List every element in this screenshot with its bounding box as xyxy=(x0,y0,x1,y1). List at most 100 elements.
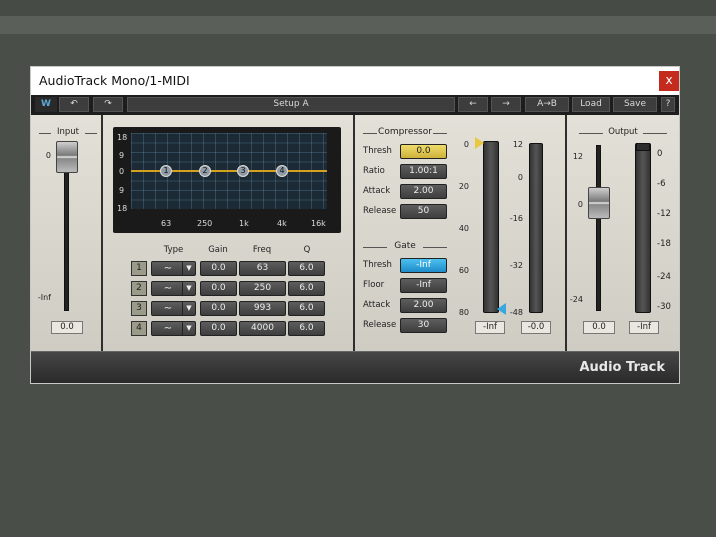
gate-floor-label: Floor xyxy=(363,280,385,290)
filter-shape-icon: ∼ xyxy=(163,263,173,274)
chevron-down-icon[interactable]: ▼ xyxy=(182,282,195,295)
output-label: Output xyxy=(608,127,638,137)
ab-compare-button[interactable]: A→B xyxy=(525,97,569,112)
band-3-q[interactable]: 6.0 xyxy=(288,301,325,316)
band-2-q[interactable]: 6.0 xyxy=(288,281,325,296)
gr-tick: 40 xyxy=(458,224,469,233)
eq-node-2[interactable]: 2 xyxy=(199,165,211,177)
band-2-type-selector[interactable]: ∼ ▼ xyxy=(151,281,196,296)
dynamics-output-meter xyxy=(529,143,543,313)
gate-rule-left xyxy=(363,247,387,248)
gate-thresh-value[interactable]: -Inf xyxy=(400,258,447,273)
band-3-type-selector[interactable]: ∼ ▼ xyxy=(151,301,196,316)
gr-meter-value: -Inf xyxy=(475,321,505,334)
band-1-button[interactable]: 1 xyxy=(131,261,147,276)
comp-ratio-value[interactable]: 1.00:1 xyxy=(400,164,447,179)
plugin-body: Input 0 -Inf 0.0 18 9 0 9 18 63 250 1k 4… xyxy=(31,115,679,351)
band-2-button[interactable]: 2 xyxy=(131,281,147,296)
compressor-title: Compressor xyxy=(378,127,432,137)
band-2-freq[interactable]: 250 xyxy=(239,281,286,296)
eq-xtick: 16k xyxy=(311,219,326,228)
eq-graph[interactable]: 18 9 0 9 18 63 250 1k 4k 16k 1 2 3 4 xyxy=(113,127,341,233)
out-meter-tick: -12 xyxy=(657,209,671,219)
band-1-q[interactable]: 6.0 xyxy=(288,261,325,276)
band-2-gain[interactable]: 0.0 xyxy=(200,281,237,296)
output-fader-track[interactable] xyxy=(596,145,601,311)
input-value[interactable]: 0.0 xyxy=(51,321,83,334)
comp-thresh-marker-icon[interactable] xyxy=(475,137,484,149)
input-label: Input xyxy=(56,127,79,137)
title-bar[interactable]: AudioTrack Mono/1-MIDI x xyxy=(31,67,679,95)
load-button[interactable]: Load xyxy=(572,97,610,112)
out-meter-tick: 0 xyxy=(657,149,663,159)
band-4-q[interactable]: 6.0 xyxy=(288,321,325,336)
close-button[interactable]: x xyxy=(659,71,679,91)
toolbar: W ↶ ↷ Setup A ← → A→B Load Save ? xyxy=(31,95,679,115)
gate-release-value[interactable]: 30 xyxy=(400,318,447,333)
band-3-freq[interactable]: 993 xyxy=(239,301,286,316)
divider-dynamics-output xyxy=(565,115,567,351)
eq-xtick: 4k xyxy=(277,219,287,228)
gate-title: Gate xyxy=(394,241,416,251)
band-1-freq[interactable]: 63 xyxy=(239,261,286,276)
waves-logo-icon: W xyxy=(35,97,57,112)
band-4-gain[interactable]: 0.0 xyxy=(200,321,237,336)
input-fader-handle[interactable] xyxy=(56,141,78,173)
out-fader-tick: 12 xyxy=(572,152,583,161)
band-1-type-selector[interactable]: ∼ ▼ xyxy=(151,261,196,276)
eq-xtick: 250 xyxy=(197,219,213,228)
prev-setup-button[interactable]: ← xyxy=(458,97,488,112)
brand-label: Audio Track xyxy=(579,360,665,375)
input-tick-top: 0 xyxy=(45,151,51,160)
eq-node-1[interactable]: 1 xyxy=(160,165,172,177)
redo-button[interactable]: ↷ xyxy=(93,97,123,112)
dyn-out-tick: -32 xyxy=(509,261,523,270)
out-meter-tick: -18 xyxy=(657,239,671,249)
chevron-down-icon[interactable]: ▼ xyxy=(182,322,195,335)
chevron-down-icon[interactable]: ▼ xyxy=(182,262,195,275)
out-fader-tick: 0 xyxy=(577,200,583,209)
undo-button[interactable]: ↶ xyxy=(59,97,89,112)
out-meter-tick: -24 xyxy=(657,272,671,282)
setup-selector[interactable]: Setup A xyxy=(127,97,455,112)
gate-thresh-label: Thresh xyxy=(363,260,392,270)
output-meter-value: -Inf xyxy=(629,321,659,334)
comp-attack-value[interactable]: 2.00 xyxy=(400,184,447,199)
eq-header-freq: Freq xyxy=(252,245,272,255)
gr-tick: 60 xyxy=(458,266,469,275)
comp-release-value[interactable]: 50 xyxy=(400,204,447,219)
band-3-button[interactable]: 3 xyxy=(131,301,147,316)
chevron-down-icon[interactable]: ▼ xyxy=(182,302,195,315)
band-4-freq[interactable]: 4000 xyxy=(239,321,286,336)
gate-attack-value[interactable]: 2.00 xyxy=(400,298,447,313)
filter-shape-icon: ∼ xyxy=(163,283,173,294)
output-clip-indicator[interactable] xyxy=(636,143,650,151)
gate-rule-right xyxy=(423,247,447,248)
window-title: AudioTrack Mono/1-MIDI xyxy=(39,73,190,88)
comp-rule-left xyxy=(363,133,377,134)
help-button[interactable]: ? xyxy=(661,97,675,112)
eq-header-type: Type xyxy=(163,245,184,255)
eq-ytick: 18 xyxy=(117,204,128,213)
output-fader-handle[interactable] xyxy=(588,187,610,219)
output-fader-value[interactable]: 0.0 xyxy=(583,321,615,334)
next-setup-button[interactable]: → xyxy=(491,97,521,112)
save-button[interactable]: Save xyxy=(613,97,657,112)
divider-eq-dynamics xyxy=(353,115,355,351)
comp-thresh-label: Thresh xyxy=(363,146,392,156)
gate-floor-value[interactable]: -Inf xyxy=(400,278,447,293)
eq-ytick: 18 xyxy=(117,133,128,142)
eq-node-3[interactable]: 3 xyxy=(237,165,249,177)
band-3-gain[interactable]: 0.0 xyxy=(200,301,237,316)
dyn-out-tick: 0 xyxy=(517,173,523,182)
gate-release-label: Release xyxy=(363,320,397,330)
out-meter-tick: -30 xyxy=(657,302,671,312)
band-1-gain[interactable]: 0.0 xyxy=(200,261,237,276)
comp-thresh-value[interactable]: 0.0 xyxy=(400,144,447,159)
eq-node-4[interactable]: 4 xyxy=(276,165,288,177)
band-4-button[interactable]: 4 xyxy=(131,321,147,336)
output-rule-left xyxy=(579,133,603,134)
gate-attack-label: Attack xyxy=(363,300,391,310)
band-4-type-selector[interactable]: ∼ ▼ xyxy=(151,321,196,336)
background-strip xyxy=(0,0,716,16)
